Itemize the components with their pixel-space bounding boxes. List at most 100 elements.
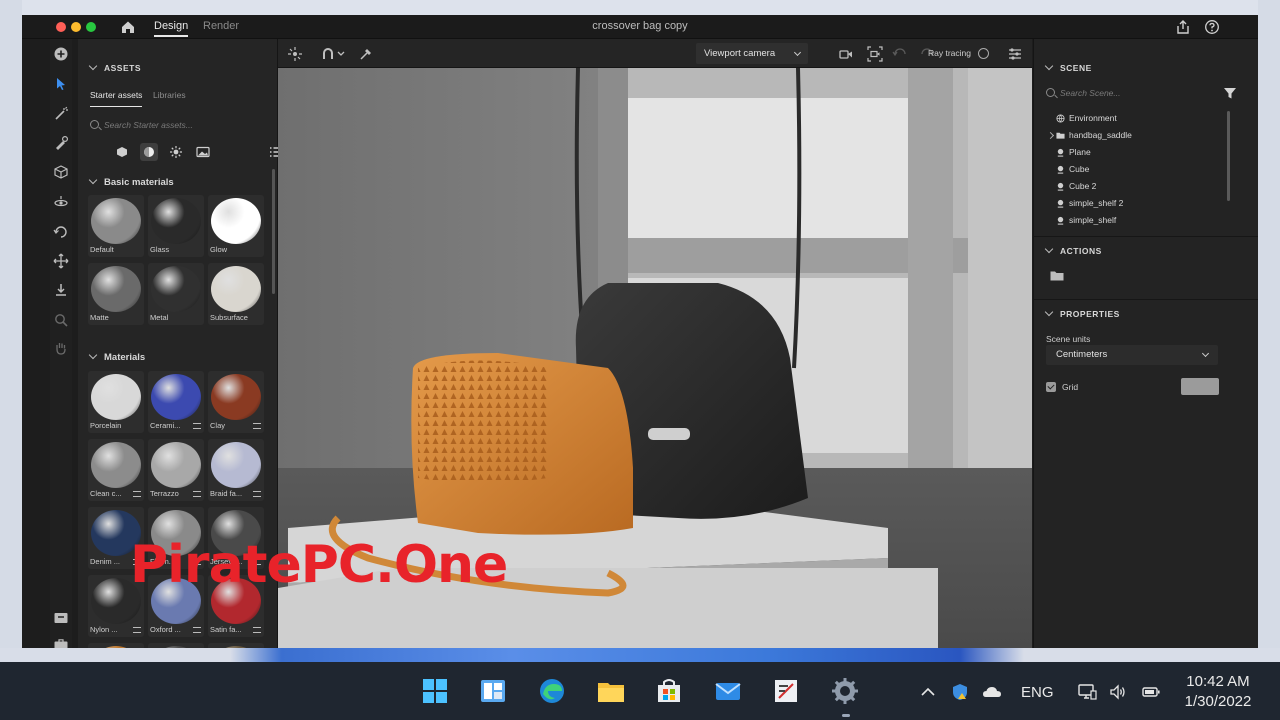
network-icon[interactable] (1077, 682, 1097, 702)
adjust-icon[interactable] (253, 627, 261, 633)
home-icon[interactable] (119, 18, 137, 36)
briefcase-icon[interactable] (53, 637, 69, 648)
scene-units-select[interactable]: Centimeters (1046, 345, 1218, 365)
drop-to-ground-icon[interactable] (53, 282, 69, 298)
cube-tool-icon[interactable] (53, 164, 69, 180)
language-indicator[interactable]: ENG (1021, 684, 1054, 701)
volume-icon[interactable] (1108, 682, 1128, 702)
settings-gear-icon[interactable] (830, 676, 860, 706)
material-tile[interactable]: Terrazzo (148, 439, 204, 501)
material-tile[interactable]: Matte (88, 263, 144, 325)
material-tile[interactable] (148, 643, 204, 648)
scene-item-simple-shelf-2[interactable]: simple_shelf 2 (1054, 196, 1123, 211)
mail-icon[interactable] (713, 676, 743, 706)
magic-wand-icon[interactable] (53, 106, 69, 122)
widgets-icon[interactable] (478, 676, 508, 706)
tab-design[interactable]: Design (154, 20, 189, 37)
material-tile[interactable]: Porcelain (88, 371, 144, 433)
clock-time[interactable]: 10:42 AM (1170, 672, 1266, 692)
scene-header[interactable]: SCENE (1044, 61, 1092, 73)
tab-libraries[interactable]: Libraries (153, 90, 186, 100)
onedrive-cloud-icon[interactable] (982, 682, 1002, 702)
chevron-up-icon[interactable] (918, 682, 938, 702)
close-window-button[interactable] (56, 22, 66, 32)
share-icon[interactable] (1174, 18, 1192, 36)
material-tile[interactable]: Glass (148, 195, 204, 257)
scene-search-input[interactable]: Search Scene... (1044, 85, 1219, 101)
properties-header[interactable]: PROPERTIES (1044, 307, 1120, 319)
tab-starter-assets[interactable]: Starter assets (90, 90, 143, 107)
scene-scrollbar[interactable] (1227, 111, 1230, 201)
magnet-icon[interactable] (320, 46, 336, 62)
file-explorer-icon[interactable] (596, 676, 626, 706)
security-shield-icon[interactable] (950, 682, 970, 702)
filter-icon[interactable] (1223, 86, 1237, 100)
scene-item-cube-2[interactable]: Cube 2 (1054, 179, 1096, 194)
material-tile[interactable]: Clean c... (88, 439, 144, 501)
microsoft-store-icon[interactable] (654, 676, 684, 706)
move-tool-icon[interactable] (53, 253, 69, 269)
lights-filter-icon[interactable] (167, 143, 185, 161)
paint-tool-icon[interactable] (53, 135, 69, 151)
edge-browser-icon[interactable] (537, 676, 567, 706)
adjust-icon[interactable] (133, 627, 141, 633)
assets-search-input[interactable]: Search Starter assets... (88, 117, 268, 133)
select-tool-icon[interactable] (53, 76, 69, 92)
models-filter-icon[interactable] (113, 143, 131, 161)
zoom-tool-icon[interactable] (53, 312, 69, 328)
material-tile[interactable]: Default (88, 195, 144, 257)
material-tile[interactable]: Glow (208, 195, 264, 257)
scene-item-simple-shelf[interactable]: simple_shelf (1054, 213, 1116, 228)
assets-panel-icon[interactable] (53, 610, 69, 626)
scene-item-handbag-saddle[interactable]: handbag_saddle (1046, 128, 1132, 143)
adjust-icon[interactable] (253, 491, 261, 497)
adjust-icon[interactable] (133, 491, 141, 497)
materials-filter-icon[interactable] (140, 143, 158, 161)
snap-icon[interactable] (358, 46, 374, 62)
battery-icon[interactable] (1141, 682, 1161, 702)
material-tile[interactable] (88, 643, 144, 648)
scene-item-environment[interactable]: Environment (1054, 111, 1117, 126)
camera-icon[interactable] (838, 46, 854, 62)
maximize-window-button[interactable] (86, 22, 96, 32)
material-tile[interactable]: Metal (148, 263, 204, 325)
actions-header[interactable]: ACTIONS (1044, 244, 1102, 256)
material-tile[interactable]: Subsurface (208, 263, 264, 325)
frame-camera-icon[interactable] (867, 46, 883, 62)
start-windows-icon[interactable] (420, 676, 450, 706)
viewport-settings-icon[interactable] (1007, 46, 1023, 62)
tab-render[interactable]: Render (203, 20, 239, 32)
grid-color-swatch[interactable] (1181, 378, 1219, 395)
assets-header[interactable]: ASSETS (88, 61, 141, 73)
rotate-tool-icon[interactable] (53, 224, 69, 240)
adjust-icon[interactable] (253, 423, 261, 429)
images-filter-icon[interactable] (194, 143, 212, 161)
minimize-window-button[interactable] (71, 22, 81, 32)
adjust-icon[interactable] (193, 423, 201, 429)
help-icon[interactable] (1204, 19, 1220, 35)
adjust-icon[interactable] (193, 627, 201, 633)
camera-select[interactable]: Viewport camera (696, 43, 808, 64)
scene-item-cube[interactable]: Cube (1054, 162, 1089, 177)
material-tile[interactable]: Braid fa... (208, 439, 264, 501)
material-tile[interactable] (208, 643, 264, 648)
transform-icon[interactable] (287, 46, 303, 62)
clock-date[interactable]: 1/30/2022 (1170, 692, 1266, 712)
material-tile[interactable]: Clay (208, 371, 264, 433)
assets-scrollbar[interactable] (272, 169, 275, 294)
material-tile[interactable]: Cerami... (148, 371, 204, 433)
materials-header[interactable]: Materials (88, 350, 145, 363)
grid-checkbox[interactable] (1046, 382, 1056, 392)
add-icon[interactable] (53, 46, 69, 62)
scene-item-plane[interactable]: Plane (1054, 145, 1091, 160)
design-app-icon[interactable] (771, 676, 801, 706)
basic-materials-header[interactable]: Basic materials (88, 175, 174, 188)
pan-hand-icon[interactable] (53, 340, 69, 356)
light-tool-icon[interactable] (53, 194, 69, 210)
divider (1034, 236, 1258, 237)
ray-tracing-toggle[interactable] (978, 48, 989, 59)
adjust-icon[interactable] (193, 491, 201, 497)
folder-icon[interactable] (1050, 270, 1064, 281)
chevron-down-icon[interactable] (336, 46, 346, 62)
chevron-right-icon[interactable] (1046, 131, 1055, 140)
